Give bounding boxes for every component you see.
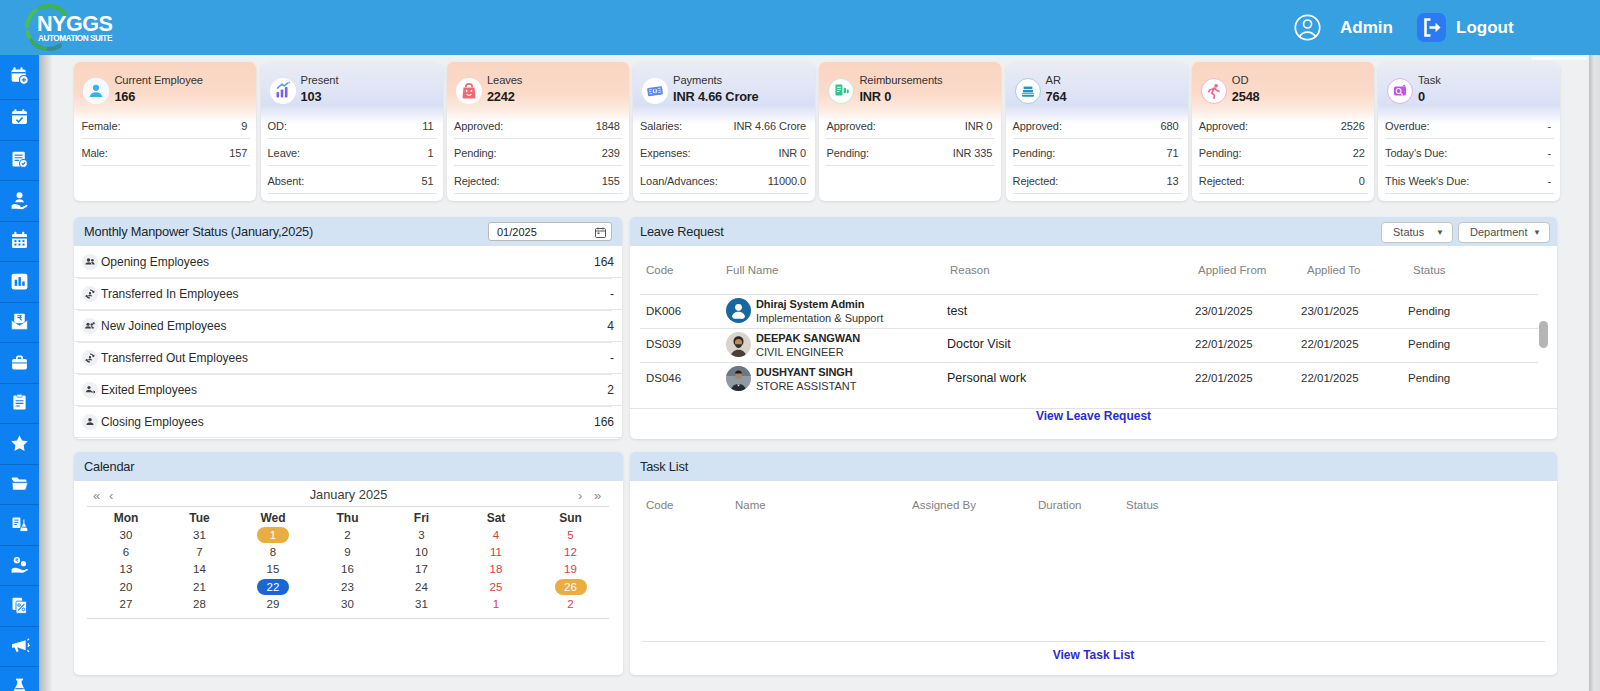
svg-text:₹: ₹ <box>15 558 18 563</box>
